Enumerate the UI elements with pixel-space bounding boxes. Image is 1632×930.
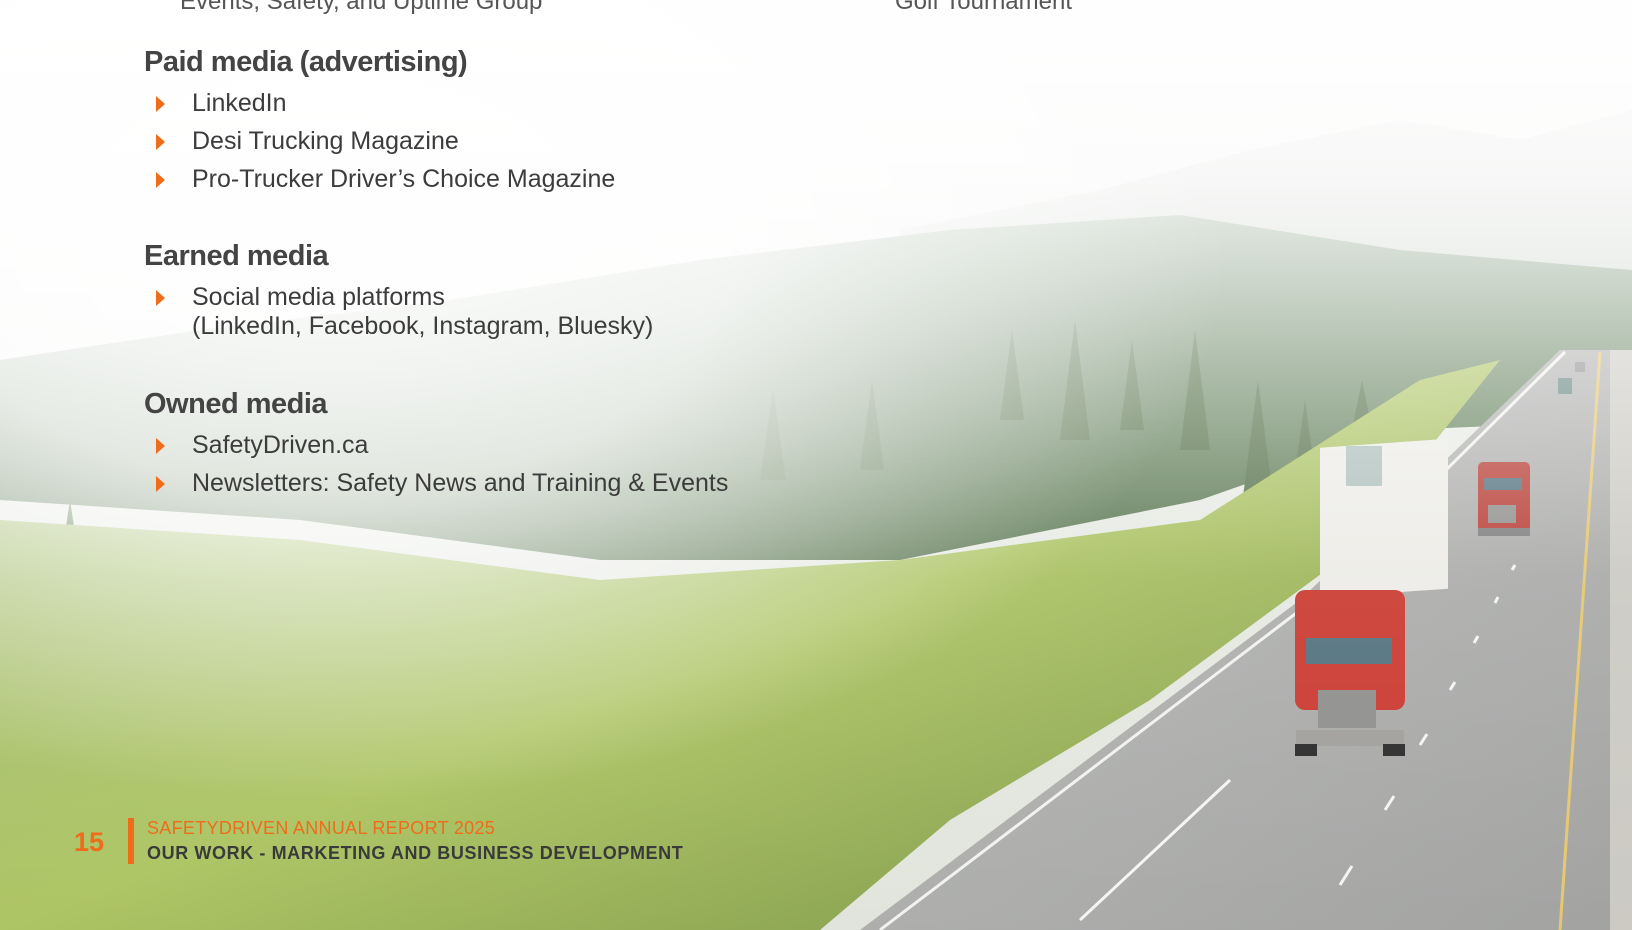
list-item: Desi Trucking Magazine (144, 127, 615, 156)
report-page: Events, Safety, and Uptime Group Golf To… (0, 0, 1632, 930)
list-item-text: LinkedIn (192, 89, 287, 117)
footer-divider (128, 818, 134, 864)
list-item-text: Social media platforms (192, 283, 445, 311)
list-item: Pro-Trucker Driver’s Choice Magazine (144, 165, 615, 194)
list-item-text: SafetyDriven.ca (192, 431, 369, 459)
cut-off-text-left: Events, Safety, and Uptime Group (180, 0, 543, 15)
bullet-list: Social media platforms (LinkedIn, Facebo… (144, 283, 653, 341)
list-item: SafetyDriven.ca (144, 431, 728, 460)
section-earned-media: Earned media Social media platforms (Lin… (144, 240, 653, 350)
section-heading: Earned media (144, 240, 329, 272)
list-item: LinkedIn (144, 89, 615, 118)
section-heading: Paid media (advertising) (144, 46, 468, 78)
orange-arrow-bullet-icon (156, 290, 165, 306)
orange-arrow-bullet-icon (156, 438, 165, 454)
cut-off-text-right: Golf Tournament (895, 0, 1072, 15)
list-item-continuation: (LinkedIn, Facebook, Instagram, Bluesky) (192, 312, 654, 340)
red-truck-small (1478, 462, 1530, 536)
orange-arrow-bullet-icon (156, 96, 165, 112)
list-item-text: Desi Trucking Magazine (192, 127, 459, 155)
orange-arrow-bullet-icon (156, 172, 165, 188)
section-paid-media: Paid media (advertising) LinkedIn Desi T… (144, 46, 615, 203)
bullet-list: SafetyDriven.ca Newsletters: Safety News… (144, 431, 728, 498)
orange-arrow-bullet-icon (156, 134, 165, 150)
orange-arrow-bullet-icon (156, 476, 165, 492)
report-title: SAFETYDRIVEN ANNUAL REPORT 2025 (147, 818, 496, 838)
page-number: 15 (74, 827, 105, 857)
list-item: Newsletters: Safety News and Training & … (144, 469, 728, 498)
list-item-text: Pro-Trucker Driver’s Choice Magazine (192, 165, 616, 193)
bullet-list: LinkedIn Desi Trucking Magazine Pro-Truc… (144, 89, 615, 194)
list-item: Social media platforms (LinkedIn, Facebo… (144, 283, 653, 341)
section-heading: Owned media (144, 388, 328, 420)
section-owned-media: Owned media SafetyDriven.ca Newsletters:… (144, 388, 728, 507)
footer-section-title: OUR WORK - MARKETING AND BUSINESS DEVELO… (147, 843, 684, 863)
list-item-text: Newsletters: Safety News and Training & … (192, 469, 729, 497)
